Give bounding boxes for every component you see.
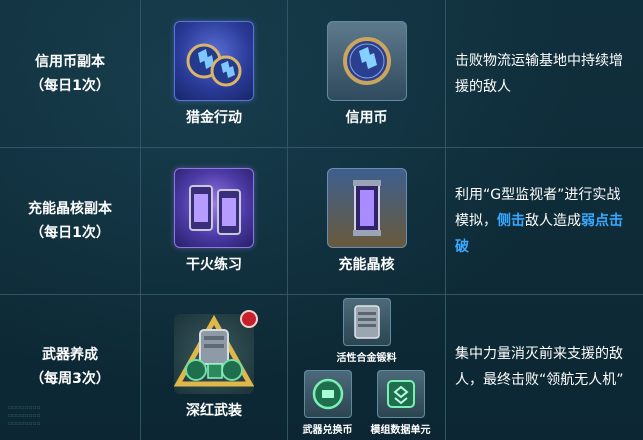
stage-cell[interactable]: 干火练习 (141, 147, 287, 294)
module-data-icon (376, 370, 425, 418)
stage-icon-wrap (174, 310, 258, 394)
energy-core-icon (326, 167, 407, 248)
description-cell: 集中力量消灭前来支援的敌人，最终击败“领航无人机” (455, 294, 631, 440)
stage-cell[interactable]: 猎金行动 (141, 0, 287, 147)
stage-label: 猎金行动 (186, 109, 242, 126)
category-frequency: （每周3次） (30, 371, 110, 387)
highlight-flank: 侧击 (497, 212, 525, 229)
stage-label: 干火练习 (186, 256, 242, 273)
reward-cell[interactable]: 信用币 (288, 0, 445, 147)
category-title: 信用币副本 (35, 53, 105, 70)
coins-icon (174, 20, 254, 101)
dungeon-table: 信用币副本 （每日1次） 猎金行动 信用币 击败物流运输基地中持续增援的敌人 充… (0, 0, 643, 440)
reward-label: 充能晶核 (338, 256, 395, 273)
category-cell: 信用币副本 （每日1次） (0, 0, 140, 147)
reward-item[interactable]: 活性合金锻料 (337, 298, 397, 364)
credit-coin-icon (326, 20, 407, 101)
weapon-token-icon (303, 370, 352, 418)
reward-label: 模组数据单元 (370, 425, 431, 436)
stage-cell[interactable]: 深红武装 (141, 294, 287, 440)
description-cell: 利用“G型监视者”进行实战模拟，侧击敌人造成弱点击破 (455, 147, 631, 294)
energy-cores-icon (174, 167, 254, 248)
reward-label: 武器兑换币 (302, 425, 353, 436)
table-row-weapon: 武器养成 （每周3次） ▫▫▫▫▫▫▫▫ ▫▫▫▫▫▫▫▫ ▫▫▫▫▫▫▫▫ 深… (0, 294, 643, 440)
decorative-grid: ▫▫▫▫▫▫▫▫ ▫▫▫▫▫▫▫▫ ▫▫▫▫▫▫▫▫ (8, 404, 41, 427)
reward-cell[interactable]: 充能晶核 (288, 147, 445, 294)
description-cell: 击败物流运输基地中持续增援的敌人 (455, 0, 631, 147)
reward-label: 信用币 (345, 109, 388, 126)
table-row-energy: 充能晶核副本 （每日1次） 干火练习 充能晶核 利用“G型监视者”进行实战模拟，… (0, 147, 643, 295)
description-text: 击败物流运输基地中持续增援的敌人 (455, 52, 623, 95)
category-frequency: （每日1次） (30, 224, 110, 241)
reward-label: 活性合金锻料 (336, 353, 397, 364)
description-text: 集中力量消灭前来支援的敌人，最终击败“领航无人机” (455, 346, 624, 388)
description-text: 利用“G型监视者”进行实战模拟，侧击敌人造成弱点击破 (455, 182, 631, 260)
category-frequency: （每日1次） (30, 77, 110, 94)
table-row-credit: 信用币副本 （每日1次） 猎金行动 信用币 击败物流运输基地中持续增援的敌人 (0, 0, 643, 148)
reward-item[interactable]: 武器兑换币 (303, 370, 353, 436)
category-title: 充能晶核副本 (28, 200, 112, 217)
reward-cell: 活性合金锻料 武器兑换币 模组数据单元 (288, 294, 445, 440)
category-title: 武器养成 (42, 347, 98, 363)
notification-dot (240, 310, 258, 328)
alloy-canister-icon (342, 298, 391, 346)
reward-item[interactable]: 模组数据单元 (371, 370, 431, 436)
crimson-armament-icon (174, 314, 254, 394)
category-cell: 充能晶核副本 （每日1次） (0, 147, 140, 294)
stage-label: 深红武装 (186, 403, 242, 419)
description-part: 敌人造成 (525, 212, 581, 229)
reward-pair: 武器兑换币 模组数据单元 (303, 370, 431, 436)
